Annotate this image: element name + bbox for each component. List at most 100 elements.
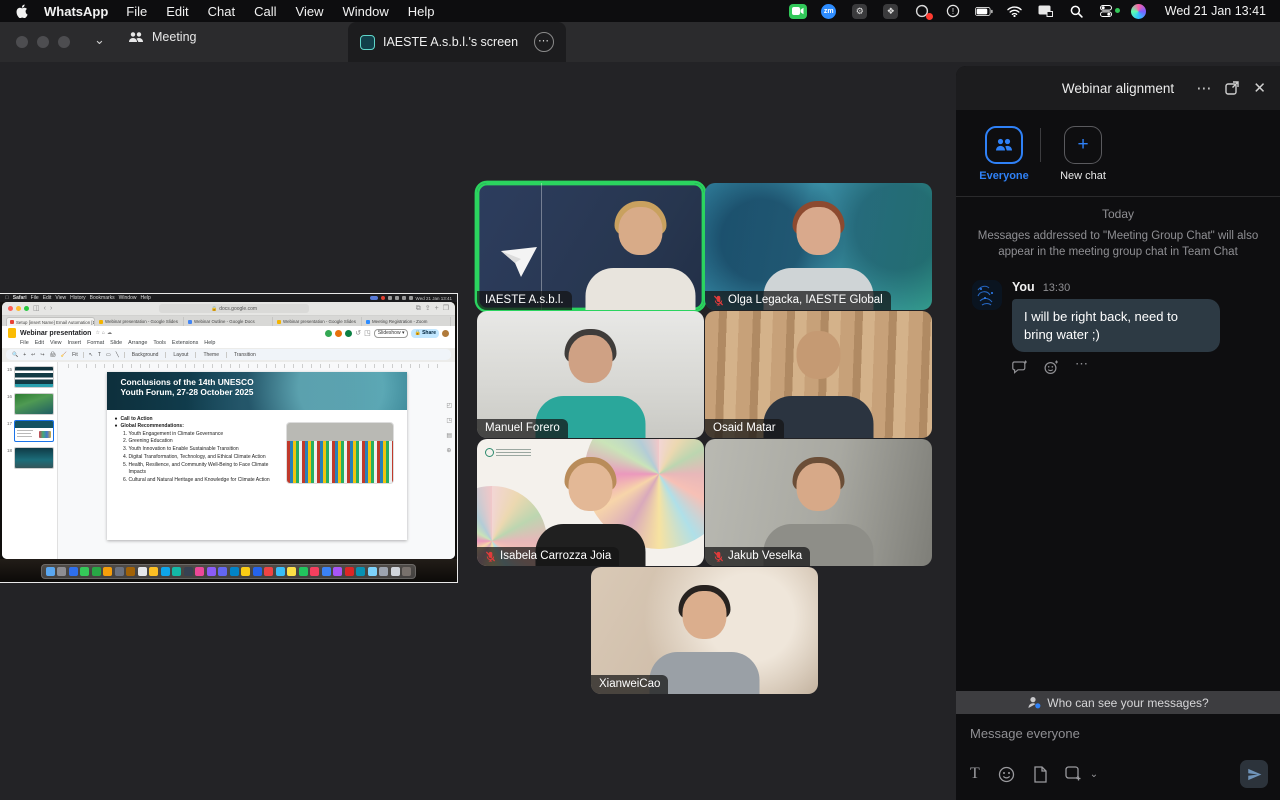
- notification-icon[interactable]: !: [944, 4, 962, 19]
- dock-app-icon[interactable]: [322, 567, 331, 576]
- format-text-icon[interactable]: T: [970, 765, 980, 783]
- safari-tab[interactable]: Setup [insert Name] Email Automation [DA…: [6, 317, 95, 326]
- layout-button[interactable]: Layout: [171, 352, 190, 358]
- shortcuts-icon[interactable]: ❖: [882, 4, 900, 19]
- menubar-item[interactable]: File: [126, 4, 147, 19]
- menubar-item[interactable]: Chat: [208, 4, 235, 19]
- dock-app-icon[interactable]: [402, 567, 411, 576]
- dock-app-icon[interactable]: [345, 567, 354, 576]
- reply-icon[interactable]: [1012, 360, 1028, 380]
- menubar-app-name[interactable]: WhatsApp: [44, 4, 108, 19]
- transition-button[interactable]: Transition: [232, 352, 258, 358]
- dock-app-icon[interactable]: [115, 567, 124, 576]
- dock-app-icon[interactable]: [368, 567, 377, 576]
- send-message-button[interactable]: [1240, 760, 1268, 788]
- dock-app-icon[interactable]: [299, 567, 308, 576]
- current-slide[interactable]: Conclusions of the 14th UNESCO Youth For…: [107, 372, 407, 540]
- video-tile-xianwei[interactable]: XianweiCao: [591, 567, 818, 694]
- dock-app-icon[interactable]: [230, 567, 239, 576]
- emoji-icon[interactable]: [998, 766, 1015, 783]
- dock-app-icon[interactable]: [92, 567, 101, 576]
- menubar-clock[interactable]: Wed 21 Jan 13:41: [1165, 4, 1266, 18]
- dock-app-icon[interactable]: [356, 567, 365, 576]
- dock-app-icon[interactable]: [253, 567, 262, 576]
- safari-tab[interactable]: Meeting Registration - Zoom: [363, 317, 451, 326]
- version-history-icon[interactable]: ↺: [355, 330, 361, 337]
- battery-icon[interactable]: [975, 4, 993, 19]
- dock-app-icon[interactable]: [264, 567, 273, 576]
- capture-screenshot-icon[interactable]: [1065, 766, 1082, 782]
- dock-app-icon[interactable]: [218, 567, 227, 576]
- slides-menu-item[interactable]: File: [20, 340, 29, 346]
- dock-app-icon[interactable]: [184, 567, 193, 576]
- more-attach-chevron-icon[interactable]: ⌄: [1090, 769, 1098, 780]
- safari-tab[interactable]: Webinar presentation - Google Slides: [96, 317, 184, 326]
- safari-tab[interactable]: Webinar presentation - Google Slides: [274, 317, 362, 326]
- slides-doc-title[interactable]: Webinar presentation: [20, 330, 91, 337]
- close-panel-icon[interactable]: ✕: [1253, 81, 1266, 96]
- video-tile-osaid[interactable]: Osaid Matar: [705, 311, 932, 438]
- message-more-icon[interactable]: ⋯: [1075, 360, 1088, 380]
- slides-menu-item[interactable]: Edit: [35, 340, 44, 346]
- slides-menu-item[interactable]: Arrange: [128, 340, 147, 346]
- tab-more-options-icon[interactable]: ⋯: [534, 32, 554, 52]
- share-button[interactable]: 🔒 Share: [411, 329, 439, 338]
- tab-screen-share[interactable]: IAESTE A.s.b.l.'s screen ⋯: [348, 22, 566, 62]
- chevron-down-icon[interactable]: ⌄: [94, 32, 105, 48]
- dock-app-icon[interactable]: [149, 567, 158, 576]
- new-chat-button[interactable]: + New chat: [1051, 126, 1115, 182]
- background-button[interactable]: Background: [130, 352, 161, 358]
- slide-thumbnail[interactable]: [14, 366, 54, 388]
- dock-app-icon[interactable]: [172, 567, 181, 576]
- slide-thumbnail[interactable]: [14, 393, 54, 415]
- safari-tab[interactable]: Webinar Outline - Google Docs: [185, 317, 273, 326]
- slides-menu-item[interactable]: Tools: [153, 340, 166, 346]
- dock-app-icon[interactable]: [138, 567, 147, 576]
- menubar-item[interactable]: Help: [408, 4, 435, 19]
- react-emoji-icon[interactable]: [1044, 360, 1059, 380]
- traffic-light-buttons[interactable]: [16, 36, 70, 48]
- slide-thumbnail-selected[interactable]: [14, 420, 54, 442]
- slide-filmstrip[interactable]: 15 16 17: [2, 362, 58, 559]
- slides-menu-item[interactable]: Help: [204, 340, 215, 346]
- spotlight-search-icon[interactable]: [1068, 4, 1086, 19]
- shared-screen-view[interactable]:  Safari FileEditViewHistoryBookmarksWin…: [0, 294, 457, 582]
- privacy-bar[interactable]: Who can see your messages?: [956, 691, 1280, 714]
- dock-app-icon[interactable]: [241, 567, 250, 576]
- zoom-select[interactable]: Fit: [72, 352, 78, 358]
- menubar-item[interactable]: View: [296, 4, 324, 19]
- slides-menu-item[interactable]: Insert: [68, 340, 81, 346]
- dock-app-icon[interactable]: [207, 567, 216, 576]
- dock-app-icon[interactable]: [287, 567, 296, 576]
- dock-app-icon[interactable]: [161, 567, 170, 576]
- slides-menu-item[interactable]: Extensions: [172, 340, 198, 346]
- slides-menu-item[interactable]: Format: [87, 340, 104, 346]
- chat-tab-everyone[interactable]: Everyone: [972, 126, 1036, 182]
- display-mirroring-icon[interactable]: [1037, 4, 1055, 19]
- control-center-icon[interactable]: [1099, 4, 1117, 19]
- dock-app-icon[interactable]: [195, 567, 204, 576]
- settings-gear-icon[interactable]: ⚙: [851, 4, 869, 19]
- wifi-icon[interactable]: [1006, 4, 1024, 19]
- slides-menu-item[interactable]: Slide: [110, 340, 122, 346]
- menubar-item[interactable]: Window: [342, 4, 388, 19]
- zoom-app-icon[interactable]: zm: [820, 4, 838, 19]
- theme-button[interactable]: Theme: [201, 352, 221, 358]
- facetime-camera-icon[interactable]: [789, 4, 807, 19]
- dock-app-icon[interactable]: [126, 567, 135, 576]
- menubar-item[interactable]: Edit: [166, 4, 188, 19]
- user-avatar[interactable]: [442, 330, 449, 337]
- dock-app-icon[interactable]: [391, 567, 400, 576]
- safari-address-bar[interactable]: 🔒docs.google.com: [159, 304, 309, 313]
- dock-app-icon[interactable]: [46, 567, 55, 576]
- dock-app-icon[interactable]: [379, 567, 388, 576]
- comments-icon[interactable]: ◳: [364, 330, 371, 337]
- video-tile-manuel[interactable]: Manuel Forero: [477, 311, 704, 438]
- video-tile-jakub[interactable]: Jakub Veselka: [705, 439, 932, 566]
- screen-recording-icon[interactable]: [913, 4, 931, 19]
- attach-file-icon[interactable]: [1033, 766, 1047, 783]
- more-options-icon[interactable]: ⋯: [1196, 81, 1211, 96]
- apple-menu-icon[interactable]: [14, 4, 30, 18]
- dock-app-icon[interactable]: [80, 567, 89, 576]
- video-tile-olga[interactable]: Olga Legacka, IAESTE Global: [705, 183, 932, 310]
